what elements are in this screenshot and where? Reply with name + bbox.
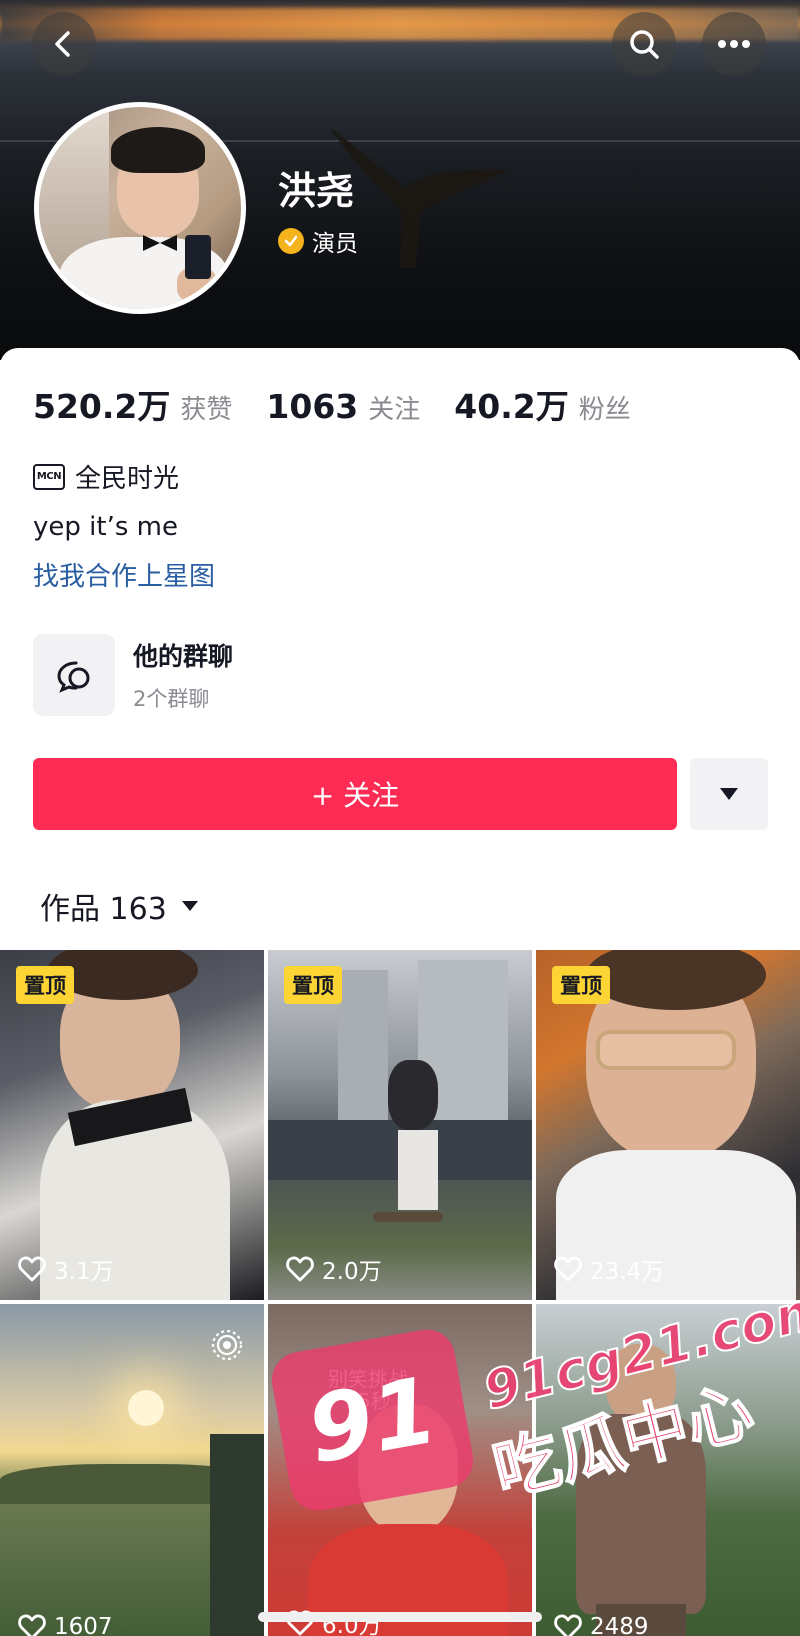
followers-label: 粉丝 (578, 395, 631, 425)
video-tile[interactable]: 置顶 3.1万 (0, 950, 264, 1300)
video-grid: 置顶 3.1万 置顶 2.0万 置顶 23.4万 1607 别笑挑战 15秒 6… (0, 950, 800, 1636)
like-count: 2489 (554, 1614, 649, 1636)
video-tile[interactable]: 别笑挑战 15秒 6.0万 (268, 1304, 532, 1636)
works-tab-label: 作品 163 (40, 892, 167, 927)
group-chat-title: 他的群聊 (133, 642, 234, 671)
more-dots-icon (718, 40, 750, 48)
like-count-text: 2.0万 (322, 1259, 382, 1285)
search-button[interactable] (612, 12, 676, 76)
home-indicator[interactable] (258, 1612, 542, 1622)
heart-outline-icon (286, 1256, 314, 1282)
check-badge-icon (278, 228, 304, 254)
pinned-badge: 置顶 (16, 966, 74, 1004)
like-count: 23.4万 (554, 1252, 664, 1286)
like-count: 2.0万 (286, 1252, 382, 1286)
bio-text: yep it’s me (33, 512, 178, 542)
collaboration-link[interactable]: 找我合作上星图 (33, 556, 215, 593)
likes-label: 获赞 (180, 395, 233, 425)
back-button[interactable] (32, 12, 96, 76)
video-tile[interactable]: 2489 (536, 1304, 800, 1636)
like-count: 3.1万 (18, 1252, 114, 1286)
profile-page: 洪尧 演员 520.2万 获赞 1063 关注 40.2万 粉丝 MCN 全民时… (0, 0, 800, 1636)
more-options-button[interactable] (702, 12, 766, 76)
like-count-text: 2489 (590, 1614, 649, 1636)
like-count: 1607 (18, 1614, 113, 1636)
more-follow-options-button[interactable] (690, 758, 768, 830)
follow-button[interactable]: + 关注 (33, 758, 677, 830)
mcn-icon: MCN (33, 463, 65, 490)
likes-count[interactable]: 520.2万 (33, 380, 170, 428)
live-broadcast-icon (211, 1329, 243, 1361)
followers-count[interactable]: 40.2万 (454, 380, 568, 428)
video-overlay-text: 别笑挑战 15秒 (328, 1367, 408, 1413)
mcn-row[interactable]: MCN 全民时光 (33, 458, 179, 495)
verification-label: 演员 (278, 224, 358, 258)
mcn-label: 全民时光 (75, 464, 180, 494)
group-chat-count: 2个群聊 (133, 687, 210, 711)
video-tile[interactable]: 1607 (0, 1304, 264, 1636)
chat-bubbles-icon (33, 634, 115, 716)
following-label: 关注 (368, 395, 421, 425)
pinned-badge: 置顶 (284, 966, 342, 1004)
profile-banner: 洪尧 演员 (0, 0, 800, 360)
caret-down-icon (181, 901, 198, 911)
like-count-text: 23.4万 (590, 1259, 665, 1285)
like-count-text: 1607 (54, 1614, 113, 1636)
caret-down-icon (720, 788, 738, 800)
chevron-left-icon (55, 31, 70, 57)
like-count-text: 3.1万 (54, 1259, 114, 1285)
search-icon (630, 30, 659, 59)
avatar[interactable] (34, 102, 246, 314)
heart-outline-icon (554, 1256, 582, 1282)
heart-outline-icon (554, 1614, 582, 1636)
stats-row: 520.2万 获赞 1063 关注 40.2万 粉丝 (33, 380, 665, 428)
heart-outline-icon (18, 1256, 46, 1282)
pinned-badge: 置顶 (552, 966, 610, 1004)
following-count[interactable]: 1063 (266, 387, 358, 426)
heart-outline-icon (18, 1614, 46, 1636)
profile-name: 洪尧 (278, 169, 355, 213)
video-tile[interactable]: 置顶 2.0万 (268, 950, 532, 1300)
sunset-sky (0, 8, 800, 40)
video-tile[interactable]: 置顶 23.4万 (536, 950, 800, 1300)
group-chat-entry[interactable]: 他的群聊 2个群聊 (33, 634, 233, 716)
works-tab[interactable]: 作品 163 (40, 884, 199, 928)
verification-text: 演员 (312, 231, 358, 257)
